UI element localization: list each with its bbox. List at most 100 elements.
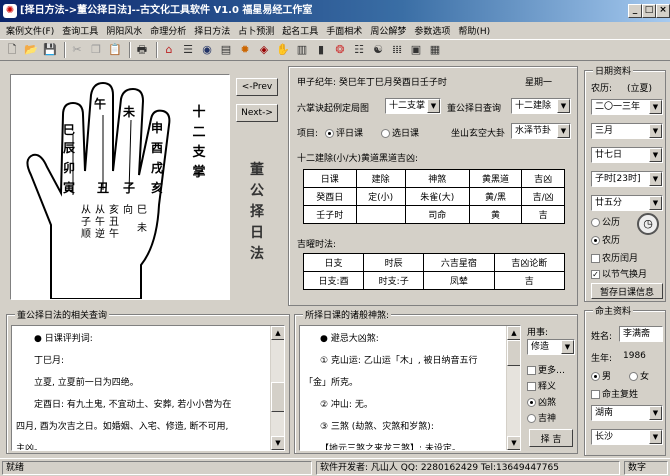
shensha-group-title: 所择日课的诸般神煞: (303, 308, 392, 321)
recompute-checkbox[interactable]: 命主复姓 (591, 387, 638, 400)
status-bar: 就绪 软件开发者: 凡山人 QQ: 2280162429 Tel:1364944… (0, 458, 670, 476)
minimize-button[interactable]: _ (628, 4, 642, 18)
explain-checkbox[interactable]: 释义 (527, 379, 556, 392)
toolbar: 🗋 📂 💾 ✂ ❐ 📋 🖶 ⌂ ☰ ◉ ▤ ✹ ◈ ✋ ▥ ▮ ❂ ☷ ☯ 𝍖 … (0, 39, 670, 61)
menu-fate[interactable]: 命理分析 (146, 24, 190, 37)
house-icon[interactable]: ⌂ (161, 42, 177, 58)
scroll-down-icon[interactable]: ▼ (271, 436, 284, 450)
leap-month-checkbox[interactable]: 农历闰月 (591, 251, 638, 264)
scroll-thumb[interactable] (507, 340, 520, 366)
window-icon[interactable]: ▣ (408, 42, 424, 58)
paste-icon[interactable]: 📋 (107, 42, 123, 58)
scrollbar[interactable]: ▲ ▼ (506, 326, 520, 450)
city-select[interactable]: 长沙 ▼ (591, 429, 663, 445)
menu-help[interactable]: 帮助(H) (454, 24, 494, 37)
table-header: 时辰 (363, 253, 425, 272)
hand-icon[interactable]: ✋ (275, 42, 291, 58)
book-icon[interactable]: ▥ (294, 42, 310, 58)
radio-solar[interactable]: 公历 (591, 215, 620, 228)
compass-icon[interactable]: ✹ (237, 42, 253, 58)
table-cell: 朱雀(大) (404, 187, 470, 206)
menu-options[interactable]: 参数选项 (410, 24, 454, 37)
province-select[interactable]: 湖南 ▼ (591, 405, 663, 421)
radio-dot (381, 129, 390, 138)
copy-icon[interactable]: ❐ (88, 42, 104, 58)
menu-fengshui[interactable]: 阴阳风水 (102, 24, 146, 37)
palm-rule-5: 巳 (137, 205, 147, 216)
jieqi-checkbox[interactable]: ✓ 以节气换月 (591, 267, 647, 280)
radio-evaluate[interactable]: 评日课 (325, 126, 363, 139)
table-cell: 凤辇 (423, 271, 495, 290)
name-input[interactable]: 李满斋 (619, 326, 663, 342)
cut-icon[interactable]: ✂ (69, 42, 85, 58)
menu-file[interactable]: 案例文件(F) (2, 24, 58, 37)
table-header: 神煞 (404, 169, 470, 188)
dong-select[interactable]: 十二建除 ▼ (511, 98, 571, 114)
shensha-text-area[interactable]: ● 避忌大凶煞: ① 克山运: 乙山运「木」, 被日纳音五行 「金」所克。 ② … (299, 325, 521, 451)
table-cell: 吉 (521, 205, 565, 224)
more-checkbox[interactable]: 更多… (527, 363, 565, 376)
seal-icon[interactable]: ◈ (256, 42, 272, 58)
clock-icon[interactable]: ◷ (637, 213, 659, 235)
scroll-up-icon[interactable]: ▲ (271, 326, 284, 340)
zodiac-icon[interactable]: ☯ (370, 42, 386, 58)
next-button[interactable]: Next-> (236, 104, 278, 122)
scroll-down-icon[interactable]: ▼ (507, 436, 520, 450)
save-icon[interactable]: 💾 (42, 42, 58, 58)
globe-icon[interactable]: ◉ (199, 42, 215, 58)
method-select[interactable]: 十二支掌 ▼ (385, 98, 441, 114)
save-date-button[interactable]: 暂存日课信息 (591, 283, 663, 299)
close-button[interactable]: × (656, 4, 670, 18)
radio-select-day[interactable]: 选日课 (381, 126, 419, 139)
menu-naming[interactable]: 起名工具 (278, 24, 322, 37)
toolbar-separator (64, 42, 66, 58)
maximize-button[interactable]: □ (642, 4, 656, 18)
palm-branch-mao: 卯 (63, 161, 76, 175)
table-cell: 日支:酉 (302, 271, 365, 290)
checkbox-box (527, 382, 536, 391)
scrollbar[interactable]: ▲ ▼ (270, 326, 284, 450)
radio-lunar[interactable]: 农历 (591, 233, 620, 246)
table-cell: 吉 (493, 271, 566, 290)
scroll-up-icon[interactable]: ▲ (507, 326, 520, 340)
text-line: 四月, 酉为次吉之日。如婚姻、入宅、修造, 断不可用, (16, 422, 229, 432)
note-icon[interactable]: 𝍖 (389, 42, 405, 58)
menu-palm[interactable]: 手面相术 (322, 24, 366, 37)
radio-dot (527, 398, 536, 407)
chart-icon[interactable]: ▮ (313, 42, 329, 58)
tai-select[interactable]: 水泽节卦 ▼ (511, 123, 571, 139)
hour-select[interactable]: 子时[23时] ▼ (591, 171, 663, 187)
query-text-area[interactable]: ● 日课评判词: 丁巳月: 立夏, 立夏前一日为四绝。 定酉日: 有九土鬼, 不… (11, 325, 285, 451)
weekday-text: 星期一 (525, 78, 553, 88)
menu-query[interactable]: 查询工具 (58, 24, 102, 37)
scroll-thumb[interactable] (271, 382, 284, 412)
prev-button[interactable]: <-Prev (236, 78, 278, 96)
radio-good-god[interactable]: 吉神 (527, 411, 556, 424)
radio-male[interactable]: 男 (591, 369, 611, 382)
minute-select[interactable]: 廿五分 ▼ (591, 195, 663, 211)
radio-dot (591, 372, 600, 381)
table-cell: 黄/黑 (468, 187, 523, 206)
list-icon[interactable]: ☰ (180, 42, 196, 58)
choose-auspicious-button[interactable]: 择 吉 (529, 429, 573, 447)
dragon-icon[interactable]: ❂ (332, 42, 348, 58)
day-select[interactable]: 廿七日 ▼ (591, 147, 663, 163)
year-select[interactable]: 二〇一三年 ▼ (591, 99, 663, 115)
radio-bad-sha[interactable]: 凶煞 (527, 395, 556, 408)
new-file-icon[interactable]: 🗋 (4, 42, 20, 58)
table-cell: 黄 (468, 205, 523, 224)
radio-female[interactable]: 女 (629, 369, 649, 382)
use-select[interactable]: 修造 ▼ (527, 339, 575, 355)
menu-divination[interactable]: 占卜预测 (234, 24, 278, 37)
open-folder-icon[interactable]: 📂 (23, 42, 39, 58)
palm-rule-4: 向 (123, 205, 133, 216)
text-icon[interactable]: ▤ (218, 42, 234, 58)
menu-dream[interactable]: 周公解梦 (366, 24, 410, 37)
grid-icon[interactable]: ▦ (427, 42, 443, 58)
chevron-down-icon: ▼ (649, 406, 662, 420)
table-icon[interactable]: ☷ (351, 42, 367, 58)
month-select[interactable]: 三月 ▼ (591, 123, 663, 139)
print-icon[interactable]: 🖶 (134, 42, 150, 58)
dong-label: 董公择日查询 (447, 104, 502, 114)
menu-date[interactable]: 择日方法 (190, 24, 234, 37)
